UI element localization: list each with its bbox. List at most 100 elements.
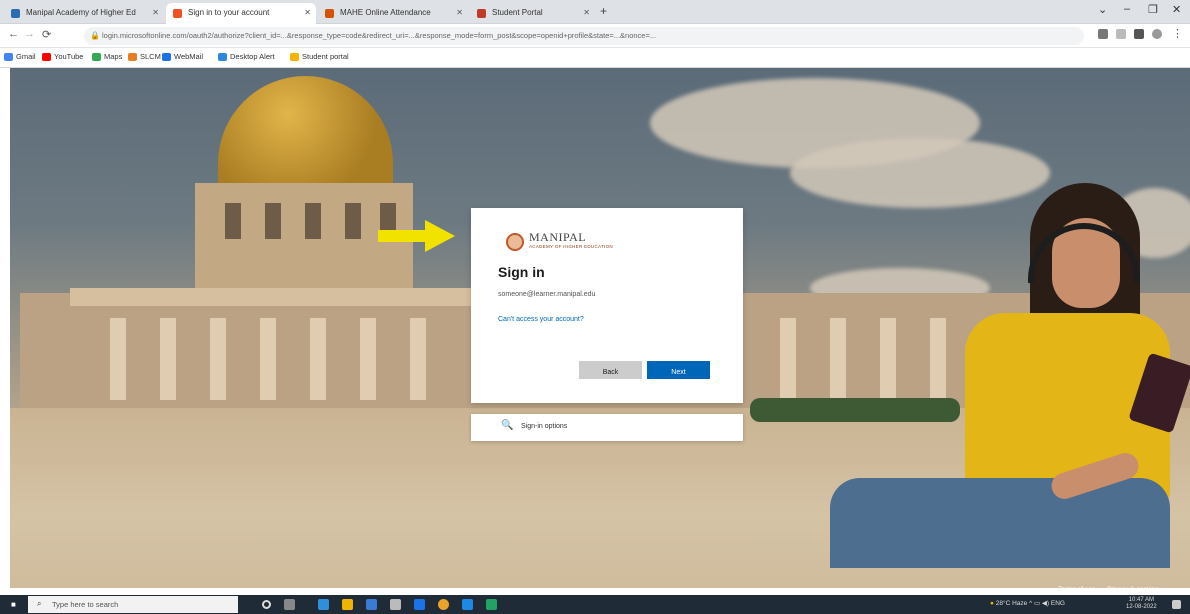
star-icon[interactable] bbox=[1116, 29, 1126, 39]
maximize-icon[interactable]: ❐ bbox=[1148, 3, 1158, 16]
cant-access-link[interactable]: Can't access your account? bbox=[498, 316, 584, 323]
gmail-icon bbox=[4, 53, 13, 61]
bookmark-label: YouTube bbox=[54, 52, 84, 61]
more-options-link[interactable]: ... bbox=[1170, 586, 1175, 593]
cloud bbox=[790, 138, 1050, 208]
yellow-arrow-icon bbox=[378, 230, 428, 242]
column bbox=[830, 318, 846, 400]
column bbox=[260, 318, 276, 400]
task-view-icon[interactable] bbox=[284, 599, 295, 610]
window bbox=[265, 203, 281, 239]
column bbox=[210, 318, 226, 400]
column bbox=[780, 318, 796, 400]
profile-icon[interactable] bbox=[1152, 29, 1162, 39]
bookmark-maps[interactable]: Maps bbox=[92, 52, 122, 61]
new-tab-button[interactable]: + bbox=[600, 4, 607, 18]
close-icon[interactable]: ✕ bbox=[304, 8, 311, 17]
bookmark-label: Student portal bbox=[302, 52, 349, 61]
tab-label: MAHE Online Attendance bbox=[340, 8, 431, 17]
clock-time: 10:47 AM bbox=[1128, 597, 1155, 603]
column bbox=[880, 318, 896, 400]
close-icon[interactable]: ✕ bbox=[583, 8, 590, 17]
close-window-icon[interactable]: ✕ bbox=[1172, 3, 1181, 16]
clock-date: 12-08-2022 bbox=[1126, 604, 1157, 610]
tab-label: Student Portal bbox=[492, 8, 543, 17]
window bbox=[225, 203, 241, 239]
tab-favicon bbox=[325, 9, 334, 18]
column bbox=[360, 318, 376, 400]
sign-in-dialog: MANIPAL ACADEMY OF HIGHER EDUCATION Sign… bbox=[471, 208, 743, 403]
tab-sign-in[interactable]: Sign in to your account ✕ bbox=[166, 3, 316, 24]
share-icon[interactable] bbox=[1098, 29, 1108, 39]
bookmark-label: SLCM bbox=[140, 52, 161, 61]
menu-icon[interactable]: ⋮ bbox=[1172, 27, 1183, 40]
excel-icon[interactable] bbox=[486, 599, 497, 610]
building-dome bbox=[218, 76, 393, 186]
tab-manipal[interactable]: Manipal Academy of Higher Ed ✕ bbox=[4, 3, 164, 24]
tab-label: Manipal Academy of Higher Ed bbox=[26, 8, 136, 17]
tab-attendance[interactable]: MAHE Online Attendance ✕ bbox=[318, 3, 468, 24]
key-icon: 🔍 bbox=[501, 420, 514, 431]
notification-icon[interactable] bbox=[1172, 600, 1181, 609]
tab-favicon bbox=[11, 9, 20, 18]
outlook-icon[interactable] bbox=[414, 599, 425, 610]
yellow-arrow-head bbox=[425, 220, 455, 252]
forward-arrow-icon[interactable]: → bbox=[24, 28, 35, 40]
windows-start-icon[interactable]: ■ bbox=[11, 600, 16, 609]
trees bbox=[750, 398, 960, 422]
bookmark-slcm[interactable]: SLCM bbox=[128, 52, 161, 61]
bookmark-student-portal[interactable]: Student portal bbox=[290, 52, 349, 61]
page-footer: Terms of use Privacy & cookies ... bbox=[1058, 586, 1186, 593]
bookmark-desktop-alert[interactable]: Desktop Alert bbox=[218, 52, 275, 61]
windows-taskbar: ■ ⌕ Type here to search ● 28°C Haze ^ ▭ … bbox=[0, 595, 1190, 614]
window bbox=[305, 203, 321, 239]
reload-icon[interactable]: ⟳ bbox=[42, 28, 51, 41]
back-arrow-icon[interactable]: ← bbox=[8, 28, 19, 40]
logo-subtitle: ACADEMY OF HIGHER EDUCATION bbox=[529, 244, 613, 249]
clock[interactable]: 10:47 AM 12-08-2022 bbox=[1126, 597, 1157, 611]
volume-icon[interactable]: ◀) bbox=[1042, 600, 1049, 607]
weather-text[interactable]: 28°C Haze bbox=[996, 600, 1028, 607]
column bbox=[410, 318, 426, 400]
column bbox=[110, 318, 126, 400]
weather-icon: ● bbox=[990, 600, 994, 607]
network-icon[interactable]: ▭ bbox=[1034, 600, 1040, 607]
tab-label: Sign in to your account bbox=[188, 8, 270, 17]
next-button[interactable]: Next bbox=[647, 361, 710, 379]
close-icon[interactable]: ✕ bbox=[456, 8, 463, 17]
search-placeholder: Type here to search bbox=[52, 600, 119, 609]
bookmark-youtube[interactable]: YouTube bbox=[42, 52, 83, 61]
system-tray: ● 28°C Haze ^ ▭ ◀) ENG bbox=[990, 599, 1065, 607]
mail-icon bbox=[162, 53, 171, 61]
bookmark-label: Gmail bbox=[16, 52, 36, 61]
chevron-down-icon[interactable]: ⌄ bbox=[1098, 3, 1107, 16]
extension-icon[interactable] bbox=[1134, 29, 1144, 39]
back-button[interactable]: Back bbox=[579, 361, 642, 379]
column bbox=[160, 318, 176, 400]
taskbar-search-input[interactable]: ⌕ Type here to search bbox=[28, 596, 238, 613]
bookmarks-bar: Gmail YouTube Maps SLCM WebMail Desktop … bbox=[0, 48, 1190, 68]
tab-student-portal[interactable]: Student Portal ✕ bbox=[470, 3, 595, 24]
column bbox=[310, 318, 326, 400]
sign-in-options-button[interactable]: 🔍 Sign-in options bbox=[471, 414, 743, 441]
language-indicator[interactable]: ENG bbox=[1051, 600, 1065, 607]
bookmark-gmail[interactable]: Gmail bbox=[4, 52, 36, 61]
word-icon[interactable] bbox=[462, 599, 473, 610]
privacy-link[interactable]: Privacy & cookies bbox=[1107, 586, 1158, 593]
window bbox=[345, 203, 361, 239]
cortana-icon[interactable] bbox=[262, 600, 271, 609]
url-input[interactable]: 🔒 login.microsoftonline.com/oauth2/autho… bbox=[84, 27, 1084, 45]
search-icon: ⌕ bbox=[37, 599, 42, 608]
file-explorer-icon[interactable] bbox=[342, 599, 353, 610]
store-icon[interactable] bbox=[366, 599, 377, 610]
youtube-icon bbox=[42, 53, 51, 61]
edge-icon[interactable] bbox=[318, 599, 329, 610]
close-icon[interactable]: ✕ bbox=[152, 8, 159, 17]
chrome-icon[interactable] bbox=[438, 599, 449, 610]
terms-link[interactable]: Terms of use bbox=[1058, 586, 1095, 593]
minimize-icon[interactable]: – bbox=[1124, 3, 1130, 15]
address-toolbar: ← → ⟳ 🔒 login.microsoftonline.com/oauth2… bbox=[0, 24, 1190, 48]
bookmark-webmail[interactable]: WebMail bbox=[162, 52, 203, 61]
mail-icon[interactable] bbox=[390, 599, 401, 610]
email-field[interactable]: someone@learner.manipal.edu bbox=[498, 291, 595, 298]
